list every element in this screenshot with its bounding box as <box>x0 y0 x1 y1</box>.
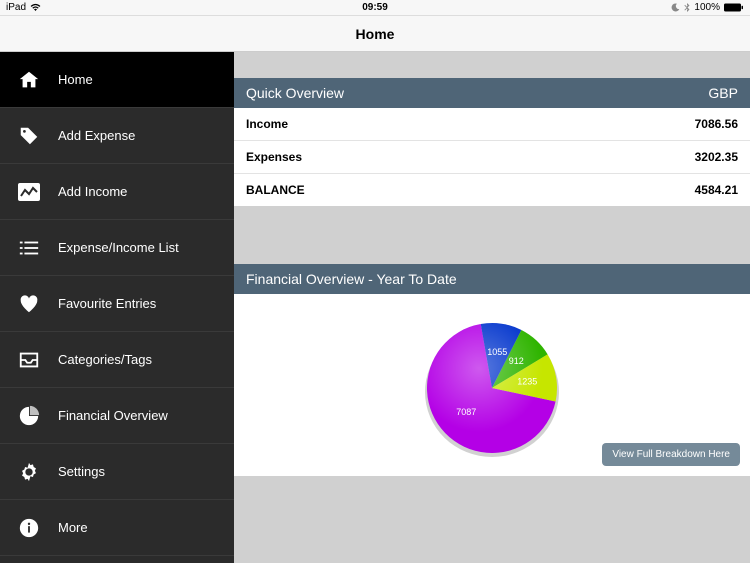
sidebar-item-financial-overview[interactable]: Financial Overview <box>0 388 234 444</box>
chart-line-icon <box>18 183 40 201</box>
sidebar-label: Favourite Entries <box>58 296 156 311</box>
sidebar-item-settings[interactable]: Settings <box>0 444 234 500</box>
device-label: iPad <box>6 2 26 13</box>
overview-value: 4584.21 <box>695 183 738 197</box>
sidebar-label: Settings <box>58 464 105 479</box>
view-full-breakdown-button[interactable]: View Full Breakdown Here <box>602 443 740 466</box>
content-area: Quick Overview GBP Income 7086.56 Expens… <box>234 52 750 563</box>
sidebar-item-home[interactable]: Home <box>0 52 234 108</box>
sidebar-label: Financial Overview <box>58 408 168 423</box>
sidebar-label: Expense/Income List <box>58 240 179 255</box>
wifi-icon <box>30 3 41 12</box>
battery-pct: 100% <box>694 2 720 13</box>
quick-overview-rows: Income 7086.56 Expenses 3202.35 BALANCE … <box>234 108 750 206</box>
quick-overview-title: Quick Overview <box>246 85 344 101</box>
inbox-icon <box>18 349 40 371</box>
sidebar-label: Add Expense <box>58 128 135 143</box>
page-title: Home <box>356 26 395 42</box>
list-icon <box>18 237 40 259</box>
overview-row-expenses: Expenses 3202.35 <box>234 141 750 174</box>
battery-icon <box>724 3 744 12</box>
sidebar-item-add-expense[interactable]: Add Expense <box>0 108 234 164</box>
sidebar-item-favourite-entries[interactable]: Favourite Entries <box>0 276 234 332</box>
financial-overview-title: Financial Overview - Year To Date <box>246 271 457 287</box>
status-time: 09:59 <box>362 2 388 13</box>
heart-icon <box>18 293 40 315</box>
sidebar-item-expense-income-list[interactable]: Expense/Income List <box>0 220 234 276</box>
pie-chart-icon <box>18 405 40 427</box>
quick-overview-currency: GBP <box>708 85 738 101</box>
quick-overview-header: Quick Overview GBP <box>234 78 750 108</box>
home-icon <box>18 69 40 91</box>
sidebar-label: Add Income <box>58 184 127 199</box>
chart-area: 708710559121235 View Full Breakdown Here <box>234 294 750 476</box>
tag-icon <box>18 125 40 147</box>
app-header: Home <box>0 16 750 52</box>
overview-value: 3202.35 <box>695 150 738 164</box>
overview-row-balance: BALANCE 4584.21 <box>234 174 750 206</box>
sidebar-label: Home <box>58 72 93 87</box>
sidebar-item-add-income[interactable]: Add Income <box>0 164 234 220</box>
overview-label: BALANCE <box>246 183 305 197</box>
overview-label: Income <box>246 117 288 131</box>
sidebar-item-categories-tags[interactable]: Categories/Tags <box>0 332 234 388</box>
overview-value: 7086.56 <box>695 117 738 131</box>
status-bar: iPad 09:59 100% <box>0 0 750 16</box>
bluetooth-icon <box>684 3 690 13</box>
do-not-disturb-icon <box>671 3 680 12</box>
sidebar: Home Add Expense Add Income Expense/Inco… <box>0 52 234 563</box>
financial-overview-section: Financial Overview - Year To Date 708710… <box>234 264 750 476</box>
sidebar-label: Categories/Tags <box>58 352 152 367</box>
overview-label: Expenses <box>246 150 302 164</box>
pie-chart: 708710559121235 <box>417 310 567 460</box>
overview-row-income: Income 7086.56 <box>234 108 750 141</box>
quick-overview-section: Quick Overview GBP Income 7086.56 Expens… <box>234 78 750 206</box>
sidebar-item-more[interactable]: More <box>0 500 234 556</box>
financial-overview-header: Financial Overview - Year To Date <box>234 264 750 294</box>
sidebar-label: More <box>58 520 88 535</box>
info-icon <box>18 517 40 539</box>
gear-icon <box>18 461 40 483</box>
